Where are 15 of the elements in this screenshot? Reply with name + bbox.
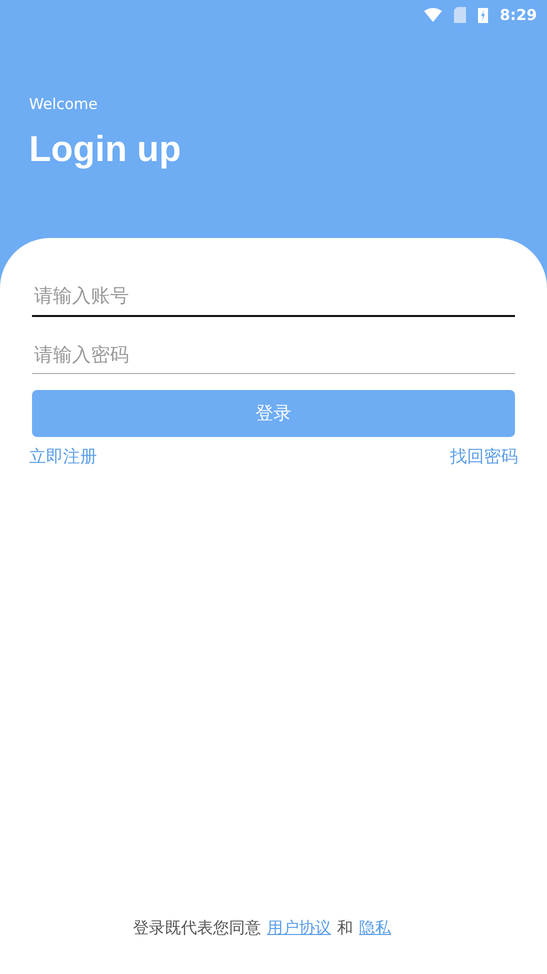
agreement-link[interactable]: 隐私 <box>359 916 391 940</box>
battery-charging-icon <box>478 7 488 23</box>
input-field[interactable]: 请输入密码 <box>32 336 515 374</box>
agreement-link[interactable]: 用户协议 <box>267 916 331 940</box>
page-title: Login up <box>29 127 182 171</box>
login-button[interactable]: 登录 <box>32 390 515 437</box>
agreement-text: 登录既代表您同意 <box>133 917 261 939</box>
clock-time: 8:29 <box>500 4 537 26</box>
wifi-icon <box>424 8 442 22</box>
welcome-subtitle: Welcome <box>29 94 98 115</box>
no-sim-icon <box>454 7 466 23</box>
text-link[interactable]: 立即注册 <box>29 445 97 470</box>
input-field[interactable]: 请输入账号 <box>32 278 515 316</box>
agreement-text: 和 <box>337 917 353 939</box>
text-link[interactable]: 找回密码 <box>450 445 518 470</box>
